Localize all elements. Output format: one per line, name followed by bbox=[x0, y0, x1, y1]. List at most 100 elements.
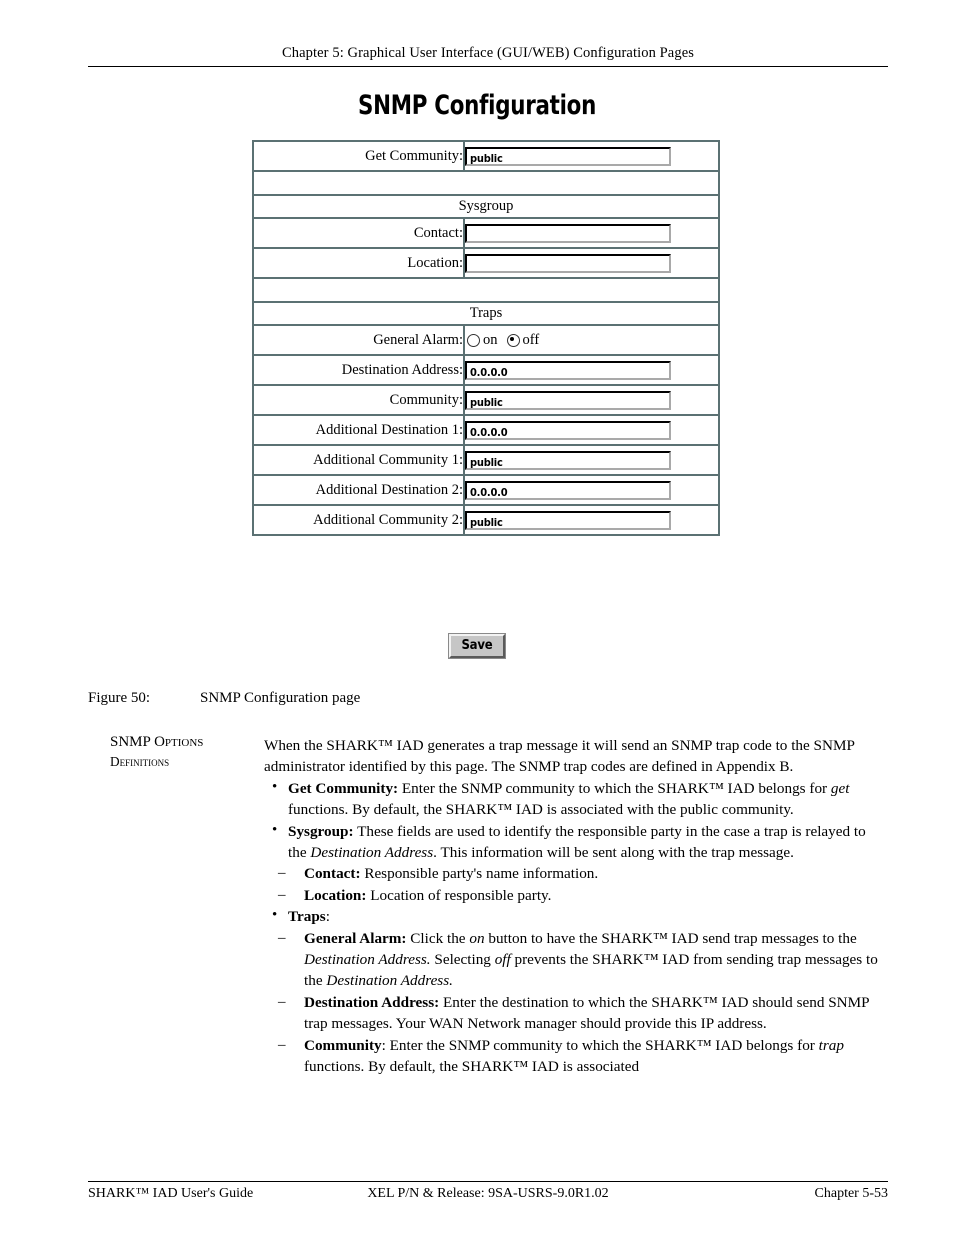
field-label: General Alarm: bbox=[253, 325, 464, 355]
form-row: Contact: bbox=[253, 218, 719, 248]
sub-bullet-item: – Contact: Responsible party's name infor… bbox=[264, 863, 880, 884]
bullet-emphasis: get bbox=[830, 779, 850, 797]
bullet-emphasis: on bbox=[469, 929, 485, 947]
sub-bullet-item: – Location: Location of responsible party… bbox=[264, 885, 880, 906]
section-header: Traps bbox=[253, 302, 719, 325]
figure-number: Figure 50: bbox=[88, 690, 151, 706]
bullet-marker: – bbox=[278, 886, 286, 903]
bullet-text: Enter the SNMP community to which the SH… bbox=[398, 779, 831, 797]
field-label: Additional Community 1: bbox=[253, 445, 464, 475]
footer-center: XEL P/N & Release: 9SA-USRS-9.0R1.02 bbox=[367, 1186, 609, 1201]
text-input[interactable]: 0.0.0.0 bbox=[465, 480, 671, 500]
bullet-term: Traps bbox=[288, 908, 326, 926]
bullet-emphasis: trap bbox=[818, 1036, 844, 1054]
form-row: Get Community: public bbox=[253, 141, 719, 171]
bullet-marker: • bbox=[272, 778, 278, 795]
field-label: Get Community: bbox=[253, 141, 464, 171]
field-label: Location: bbox=[253, 248, 464, 278]
form-row: Sysgroup bbox=[253, 195, 719, 218]
footer-right: Chapter 5-53 bbox=[814, 1186, 888, 1201]
form-row: Additional Destination 1: 0.0.0.0 bbox=[253, 415, 719, 445]
spacer-row bbox=[253, 278, 719, 302]
document-page: Chapter 5: Graphical User Interface (GUI… bbox=[0, 0, 954, 1235]
bullet-text: . This information will be sent along wi… bbox=[433, 844, 794, 862]
bullet-text: Click the bbox=[406, 929, 470, 947]
bullet-emphasis: Destination Address. bbox=[304, 951, 431, 969]
header-rule bbox=[88, 66, 888, 67]
bullet-marker: – bbox=[278, 865, 286, 882]
form-row bbox=[253, 171, 719, 195]
bullet-text: Location of responsible party. bbox=[366, 886, 552, 904]
field-label: Contact: bbox=[253, 218, 464, 248]
form-row bbox=[253, 278, 719, 302]
text-input[interactable]: public bbox=[465, 390, 671, 410]
running-header: Chapter 5: Graphical User Interface (GUI… bbox=[282, 45, 694, 61]
section-side-label: SNMP Options Definitions bbox=[110, 733, 260, 771]
radio-label-off[interactable]: off bbox=[523, 332, 540, 349]
field-label: Destination Address: bbox=[253, 355, 464, 385]
footer-rule bbox=[88, 1181, 888, 1182]
radio-on[interactable] bbox=[467, 333, 480, 347]
bullet-marker: – bbox=[278, 1036, 286, 1053]
field-label: Community: bbox=[253, 385, 464, 415]
field-cell: 0.0.0.0 bbox=[464, 355, 719, 385]
bullet-term: Community bbox=[304, 1036, 382, 1054]
text-input[interactable]: public bbox=[465, 510, 671, 530]
spacer-row bbox=[253, 171, 719, 195]
form-row: Community: public bbox=[253, 385, 719, 415]
bullet-term: Sysgroup: bbox=[288, 822, 354, 840]
bullet-term: Get Community: bbox=[288, 779, 399, 797]
side-label-line2: Definitions bbox=[110, 754, 170, 769]
side-label-line1-lead: SNMP bbox=[110, 734, 151, 750]
text-input[interactable] bbox=[465, 223, 671, 243]
radio-off[interactable] bbox=[506, 333, 520, 347]
field-cell bbox=[464, 248, 719, 278]
bullet-item: • Sysgroup: These fields are used to iden… bbox=[264, 821, 880, 864]
bullet-list: • Get Community: Enter the SNMP community… bbox=[264, 778, 880, 1078]
form-row: Traps bbox=[253, 302, 719, 325]
bullet-emphasis: Destination Address bbox=[310, 844, 434, 862]
field-cell: 0.0.0.0 bbox=[464, 415, 719, 445]
field-cell bbox=[464, 218, 719, 248]
bullet-text: functions. By default, the SHARK™ IAD is… bbox=[304, 1058, 640, 1076]
bullet-marker: – bbox=[278, 993, 286, 1010]
bullet-item: • Traps: bbox=[264, 906, 880, 927]
field-cell: public bbox=[464, 385, 719, 415]
sub-bullet-item: – General Alarm: Click the on button to h… bbox=[264, 928, 880, 992]
form-row: General Alarm: on off bbox=[253, 325, 719, 355]
radio-label-on[interactable]: on bbox=[483, 332, 498, 349]
form-row: Location: bbox=[253, 248, 719, 278]
field-cell: public bbox=[464, 505, 719, 535]
bullet-term: General Alarm: bbox=[304, 929, 407, 947]
form-row: Additional Destination 2: 0.0.0.0 bbox=[253, 475, 719, 505]
bullet-term: Location: bbox=[304, 886, 367, 904]
sub-bullet-item: – Destination Address: Enter the destinat… bbox=[264, 992, 880, 1035]
text-input[interactable] bbox=[465, 253, 671, 273]
field-label: Additional Destination 1: bbox=[253, 415, 464, 445]
text-input[interactable]: 0.0.0.0 bbox=[465, 420, 671, 440]
figure-caption-text: SNMP Configuration page bbox=[200, 690, 361, 706]
bullet-text: button to have the SHARK™ IAD send trap … bbox=[484, 929, 857, 947]
page-title: SNMP Configuration bbox=[357, 90, 597, 121]
bullet-item: • Get Community: Enter the SNMP community… bbox=[264, 778, 880, 821]
bullet-marker: – bbox=[278, 929, 286, 946]
save-button[interactable]: Save bbox=[448, 633, 506, 659]
field-cell: 0.0.0.0 bbox=[464, 475, 719, 505]
radio-group-general-alarm: on off bbox=[465, 332, 718, 349]
text-input[interactable]: public bbox=[465, 450, 671, 470]
form-row: Additional Community 2: public bbox=[253, 505, 719, 535]
snmp-configuration-form: Get Community: public Sysgroup Contact: Loca… bbox=[252, 140, 720, 536]
bullet-text: : Enter the SNMP community to which the … bbox=[381, 1036, 819, 1054]
field-label: Additional Destination 2: bbox=[253, 475, 464, 505]
bullet-marker: • bbox=[272, 821, 278, 838]
bullet-emphasis: Destination Address. bbox=[326, 972, 453, 990]
intro-paragraph: When the SHARK™ IAD generates a trap mes… bbox=[264, 737, 855, 776]
text-input[interactable]: public bbox=[465, 146, 671, 166]
page-footer: SHARK™ IAD User's Guide XEL P/N & Releas… bbox=[88, 1186, 888, 1206]
section-header: Sysgroup bbox=[253, 195, 719, 218]
bullet-term: Destination Address: bbox=[304, 993, 440, 1011]
form-row: Destination Address: 0.0.0.0 bbox=[253, 355, 719, 385]
field-label: Additional Community 2: bbox=[253, 505, 464, 535]
text-input[interactable]: 0.0.0.0 bbox=[465, 360, 671, 380]
side-label-line1-rest: Options bbox=[154, 734, 204, 750]
